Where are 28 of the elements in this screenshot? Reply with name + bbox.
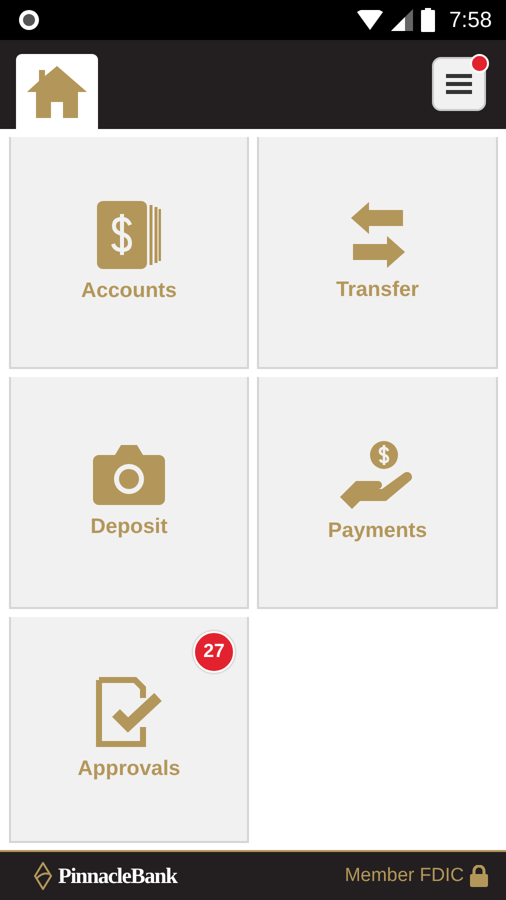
brand-name: PinnacleBank (58, 863, 177, 890)
menu-icon (446, 73, 472, 96)
signal-icon (391, 8, 414, 31)
diamond-logo-icon (34, 862, 52, 890)
house-icon (27, 66, 87, 118)
menu-tile[interactable]: Payments (257, 377, 498, 610)
menu-tile[interactable]: Deposit (9, 377, 249, 610)
battery-icon (421, 8, 436, 32)
menu-tile[interactable]: Transfer (257, 137, 498, 370)
home-tab[interactable] (16, 54, 98, 130)
lock-icon (470, 865, 488, 888)
member-fdic-text: Member FDIC (344, 865, 464, 888)
count-badge: 27 (193, 631, 235, 674)
dollar-cards-icon (97, 201, 161, 270)
record-icon (17, 8, 41, 32)
transfer-arrows-icon (350, 202, 404, 268)
checklist-icon (96, 677, 162, 748)
menu-tile[interactable]: Approvals 27 (9, 617, 249, 844)
tile-label: Approvals (78, 757, 180, 782)
menu-button[interactable] (432, 57, 486, 112)
camera-icon (93, 445, 165, 506)
tile-label: Transfer (336, 278, 419, 302)
tile-label: Deposit (90, 515, 168, 540)
wifi-icon (357, 10, 384, 30)
tile-label: Payments (328, 519, 428, 544)
menu-tile[interactable]: Accounts (9, 137, 249, 370)
tile-label: Accounts (81, 279, 177, 304)
clock-time: 7:58 (449, 6, 492, 33)
